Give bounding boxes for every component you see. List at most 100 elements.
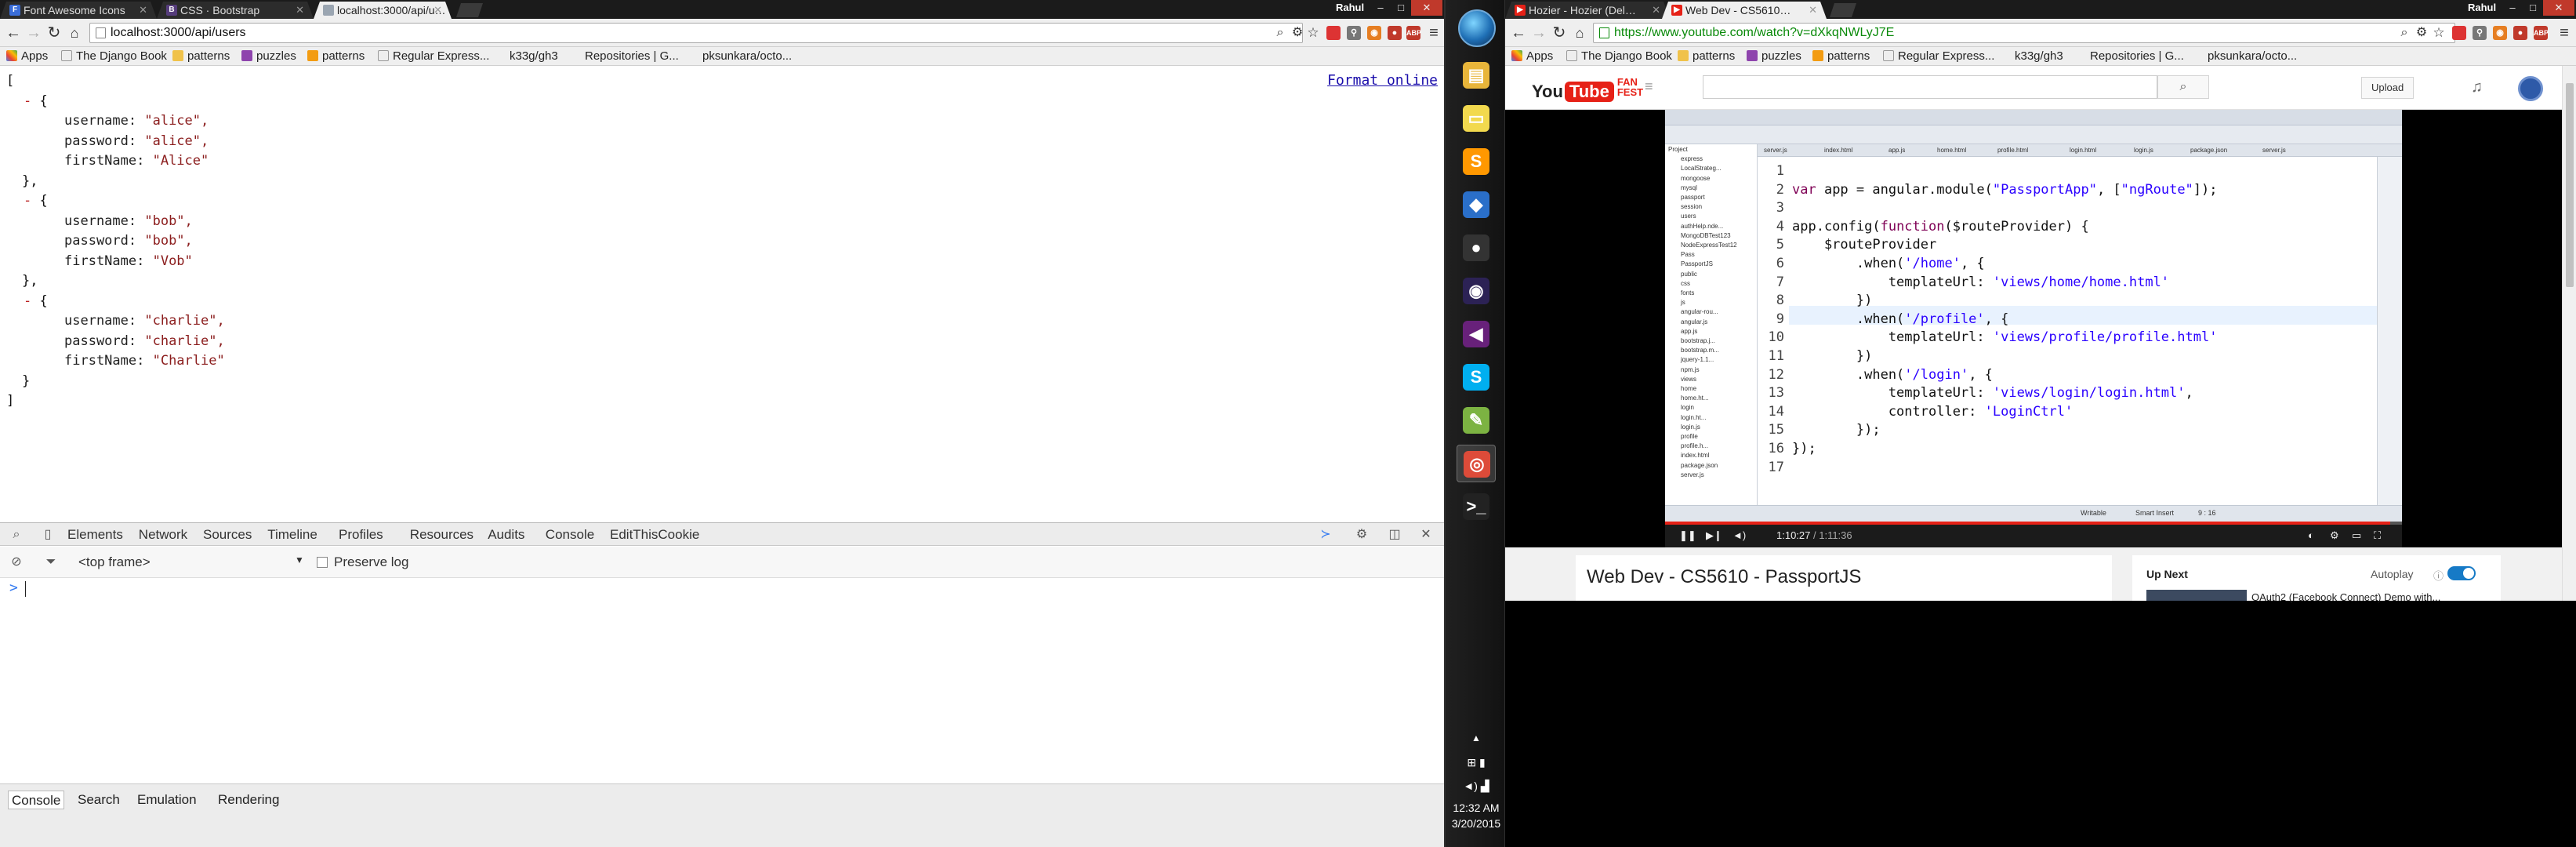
page-scrollbar[interactable]	[2562, 66, 2576, 601]
bookmark-repositories[interactable]: Repositories | G...	[585, 49, 679, 64]
extension-pin-icon[interactable]: ⚲	[2473, 26, 2487, 40]
taskbar-notepad-plus[interactable]: ✎	[1457, 402, 1496, 439]
close-window-icon[interactable]: ✕	[2543, 0, 2574, 16]
bookmark-repositories[interactable]: Repositories | G...	[2090, 49, 2184, 64]
bookmark-puzzles[interactable]: puzzles	[241, 49, 296, 64]
tab-css-bootstrap[interactable]: B CSS · Bootstrap ✕	[157, 2, 314, 19]
extension-icon[interactable]	[1326, 26, 1341, 40]
extension-icon[interactable]	[2452, 26, 2466, 40]
drawer-tab-console[interactable]: Console	[8, 791, 65, 809]
devtools-tab-timeline[interactable]: Timeline	[267, 527, 317, 543]
devtools-tab-audits[interactable]: Audits	[488, 527, 524, 543]
taskbar-terminal[interactable]: >_	[1457, 488, 1496, 525]
home-icon[interactable]: ⌂	[66, 24, 83, 42]
bookmark-regular-express[interactable]: Regular Express...	[1883, 49, 1994, 64]
bookmark-puzzles[interactable]: puzzles	[1747, 49, 1801, 64]
forward-arrow-icon[interactable]: →	[25, 24, 42, 42]
forward-arrow-icon[interactable]: →	[1530, 24, 1547, 42]
close-devtools-icon[interactable]: ✕	[1419, 528, 1433, 542]
collapse-toggle[interactable]: -	[24, 193, 39, 209]
autoplay-toggle[interactable]	[2447, 566, 2476, 580]
profile-name[interactable]: Rahul	[1336, 2, 1364, 13]
minimize-icon[interactable]: –	[2502, 0, 2523, 16]
tab-hozier[interactable]: ▶ Hozier - Hozier (Del… ✕	[1505, 2, 1670, 19]
search-icon[interactable]: ⌕	[2396, 24, 2413, 42]
bookmark-k33g[interactable]: k33g/gh3	[510, 49, 558, 64]
taskbar-sublime-text[interactable]: S	[1457, 143, 1496, 180]
reload-icon[interactable]: ↻	[1551, 24, 1568, 42]
taskbar-virtualbox[interactable]: ◆	[1457, 186, 1496, 224]
collapse-toggle[interactable]: -	[24, 93, 39, 109]
menu-icon[interactable]: ≡	[1425, 24, 1442, 42]
close-icon[interactable]: ✕	[434, 2, 442, 19]
bookmark-patterns-2[interactable]: patterns	[307, 49, 365, 64]
upload-button[interactable]: Upload	[2361, 77, 2415, 99]
clock-date[interactable]: 3/20/2015	[1446, 817, 1507, 830]
minimize-icon[interactable]: –	[1370, 0, 1391, 16]
devtools-tab-network[interactable]: Network	[139, 527, 187, 543]
drawer-tab-rendering[interactable]: Rendering	[215, 791, 282, 809]
taskbar-chrome[interactable]: ◎	[1457, 445, 1496, 482]
battery-icon[interactable]: ▮	[1479, 756, 1486, 769]
tray-expand-icon[interactable]: ▲	[1446, 732, 1507, 743]
home-icon[interactable]: ⌂	[1571, 24, 1588, 42]
drawer-tab-search[interactable]: Search	[74, 791, 123, 809]
tab-web-dev[interactable]: ▶ Web Dev - CS5610… ✕	[1662, 2, 1827, 19]
taskbar-eclipse[interactable]: ◉	[1457, 272, 1496, 310]
bookmark-pksunkara[interactable]: pksunkara/octo...	[2208, 49, 2297, 64]
collapse-toggle[interactable]: -	[24, 293, 39, 309]
search-icon[interactable]: ⌕	[1272, 24, 1289, 42]
pause-icon[interactable]: ❚❚	[1679, 529, 1696, 543]
extension-lastpass-icon[interactable]: ●	[1388, 26, 1402, 40]
bell-icon[interactable]: ♫	[2471, 78, 2488, 97]
settings-cog-icon[interactable]: ⚙	[1289, 24, 1306, 42]
devtools-tab-editthiscookie[interactable]: EditThisCookie	[610, 527, 699, 543]
dock-side-icon[interactable]: ◫	[1388, 528, 1402, 542]
drawer-tab-emulation[interactable]: Emulation	[134, 791, 200, 809]
bookmark-star-icon[interactable]: ☆	[1304, 24, 1322, 42]
devtools-tab-sources[interactable]: Sources	[203, 527, 252, 543]
taskbar-sticky-notes[interactable]: ▭	[1457, 100, 1496, 137]
bookmark-k33g[interactable]: k33g/gh3	[2015, 49, 2063, 64]
volume-icon[interactable]: ◄)	[1463, 780, 1478, 792]
close-icon[interactable]: ✕	[296, 2, 304, 19]
youtube-logo[interactable]: You Tube FAN FEST	[1532, 77, 1643, 102]
bookmark-regular-express[interactable]: Regular Express...	[378, 49, 489, 64]
extension-rss-icon[interactable]: ◉	[1367, 26, 1381, 40]
new-tab-button[interactable]	[1830, 3, 1856, 17]
close-icon[interactable]: ✕	[139, 2, 147, 19]
taskbar-skype[interactable]: S	[1457, 358, 1496, 396]
taskbar-github[interactable]: ●	[1457, 229, 1496, 267]
bookmark-patterns[interactable]: patterns	[1678, 49, 1735, 64]
new-tab-button[interactable]	[456, 3, 483, 17]
extension-rss-icon[interactable]: ◉	[2493, 26, 2507, 40]
video-frame[interactable]: Project express LocalStrateg... mongoose mys…	[1665, 110, 2402, 522]
tab-font-awesome[interactable]: F Font Awesome Icons ✕	[0, 2, 157, 19]
search-icon[interactable]: ⌕	[2157, 75, 2209, 99]
address-bar[interactable]: localhost:3000/api/users	[89, 23, 1303, 43]
adblock-icon[interactable]: ABP	[2534, 26, 2549, 40]
next-video-thumbnail[interactable]	[2146, 590, 2247, 601]
menu-icon[interactable]: ≡	[2556, 24, 2573, 42]
bookmark-patterns[interactable]: patterns	[172, 49, 230, 64]
settings-gear-icon[interactable]: ⚙	[2330, 529, 2339, 543]
close-icon[interactable]: ✕	[1809, 2, 1817, 19]
clear-console-icon[interactable]: ⊘	[9, 555, 24, 569]
fullscreen-icon[interactable]: ⛶	[2374, 529, 2381, 543]
dropdown-arrow-icon[interactable]: ▼	[295, 554, 304, 565]
devtools-tab-elements[interactable]: Elements	[67, 527, 123, 543]
inspect-search-icon[interactable]: ⌕	[9, 528, 24, 542]
youtube-search-input[interactable]	[1703, 75, 2157, 99]
info-icon[interactable]: ⓘ	[2433, 568, 2444, 583]
adblock-icon[interactable]: ABP	[1406, 26, 1421, 40]
console-output[interactable]: >	[0, 578, 1444, 783]
devtools-tab-profiles[interactable]: Profiles	[339, 527, 383, 543]
scrollbar-thumb[interactable]	[2566, 83, 2574, 287]
avatar[interactable]	[2518, 76, 2543, 101]
maximize-icon[interactable]: □	[2523, 0, 2543, 16]
address-bar[interactable]: https://www.youtube.com/watch?v=dXkqNWLy…	[1593, 23, 2455, 43]
devtools-tab-console[interactable]: Console	[546, 527, 594, 543]
clock-time[interactable]: 12:32 AM	[1446, 802, 1507, 814]
extension-lastpass-icon[interactable]: ●	[2513, 26, 2527, 40]
tab-localhost-api[interactable]: localhost:3000/api/u… ✕	[314, 2, 452, 19]
